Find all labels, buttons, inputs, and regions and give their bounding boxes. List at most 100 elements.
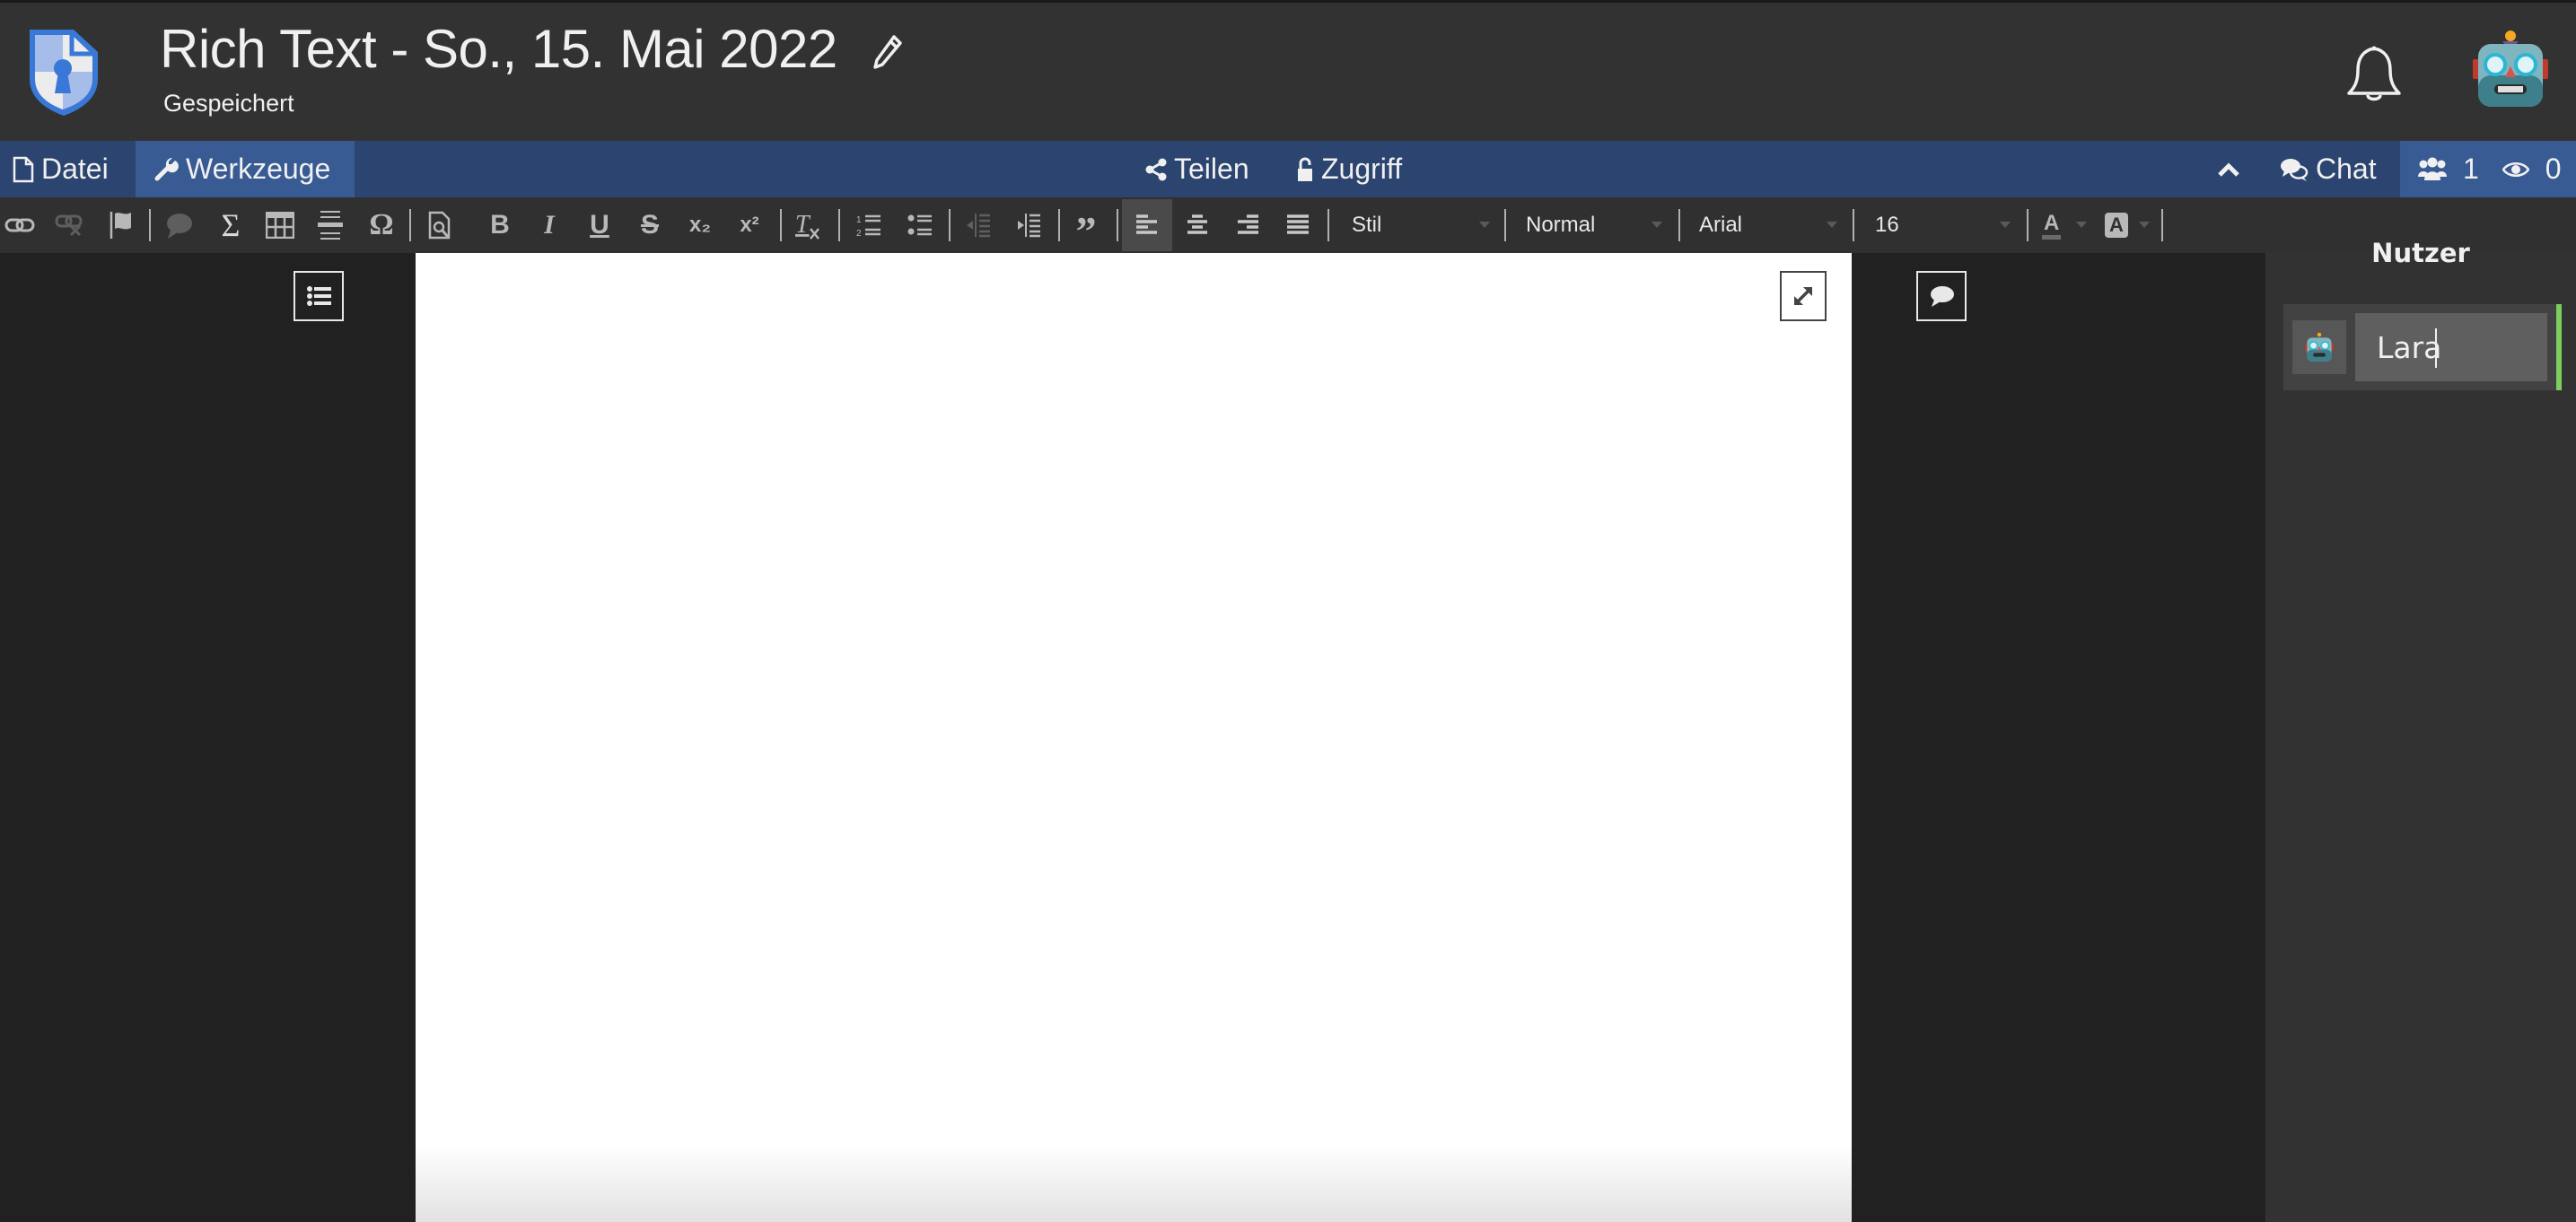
italic-button[interactable]: I	[531, 208, 567, 242]
remove-format-icon: T	[795, 211, 819, 240]
underline-button[interactable]: U	[582, 208, 618, 242]
svg-text:2: 2	[856, 229, 862, 238]
align-center-button[interactable]	[1179, 208, 1215, 242]
share-button[interactable]: Teilen	[1145, 141, 1249, 197]
underline-icon: U	[590, 210, 609, 240]
unlock-icon	[1298, 157, 1312, 181]
unlink-button[interactable]	[52, 208, 88, 242]
horizontal-rule-icon	[318, 211, 343, 240]
blockquote-button[interactable]: ”	[1068, 208, 1104, 252]
bell-icon[interactable]	[2346, 45, 2402, 104]
strikethrough-button[interactable]: S	[632, 208, 668, 242]
access-button[interactable]: Zugriff	[1296, 141, 1402, 197]
font-size-select[interactable]: 16	[1875, 208, 2011, 242]
fullscreen-button[interactable]	[1780, 271, 1827, 321]
share-icon	[1145, 158, 1167, 180]
username-input[interactable]	[2355, 313, 2547, 381]
toolbar-separator	[149, 209, 151, 241]
align-left-button[interactable]	[1122, 199, 1172, 251]
expand-icon	[1794, 287, 1812, 305]
sigma-icon: Σ	[221, 207, 241, 243]
omega-icon: Ω	[369, 208, 394, 241]
align-left-icon	[1136, 214, 1157, 234]
justify-button[interactable]	[1280, 208, 1316, 242]
robot-avatar-icon	[2305, 332, 2334, 362]
user-avatar[interactable]	[2470, 29, 2551, 109]
users-count-toggle[interactable]: 1 0	[2400, 141, 2576, 197]
unordered-list-icon	[907, 214, 932, 236]
svg-text:1: 1	[856, 215, 862, 225]
align-right-icon	[1238, 214, 1258, 234]
link-button[interactable]	[2, 208, 38, 242]
toolbar-separator	[1504, 209, 1506, 241]
comment-icon	[1931, 286, 1954, 307]
tab-werkzeuge[interactable]: Werkzeuge	[136, 141, 355, 197]
text-cursor	[2435, 328, 2437, 368]
outdent-icon	[967, 214, 990, 238]
toolbar-separator	[1678, 209, 1680, 241]
text-color-button[interactable]: A	[2042, 208, 2087, 242]
app-logo-icon[interactable]	[27, 27, 101, 117]
toolbar-separator	[409, 209, 411, 241]
subscript-button[interactable]: x₂	[682, 208, 718, 242]
share-label: Teilen	[1174, 153, 1249, 185]
table-of-contents-button[interactable]	[294, 271, 344, 321]
tab-label: Werkzeuge	[186, 153, 331, 185]
chat-button[interactable]: Chat	[2280, 141, 2377, 197]
file-icon	[13, 156, 34, 182]
remove-format-button[interactable]: T	[790, 208, 826, 242]
users-panel	[2265, 253, 2576, 1222]
indent-icon	[1018, 214, 1040, 238]
tab-datei[interactable]: Datei	[0, 141, 136, 197]
chevron-down-icon	[2076, 222, 2087, 228]
toolbar-separator	[2027, 209, 2028, 241]
italic-icon: I	[544, 210, 555, 240]
document-title[interactable]: Rich Text - So., 15. Mai 2022	[160, 18, 837, 80]
comment-icon	[167, 214, 192, 239]
bold-button[interactable]: B	[482, 208, 518, 242]
superscript-button[interactable]: x²	[732, 208, 767, 242]
special-character-button[interactable]: Ω	[364, 208, 399, 242]
eye-icon	[2502, 161, 2529, 177]
align-justify-icon	[1287, 214, 1309, 234]
outdent-button[interactable]	[960, 208, 996, 242]
font-size-select-value: 16	[1875, 213, 1899, 237]
background-color-button[interactable]: A	[2105, 208, 2150, 242]
chevron-down-icon	[1827, 222, 1837, 228]
preview-button[interactable]	[422, 208, 458, 242]
comments-toggle-button[interactable]	[1916, 271, 1967, 321]
comments-gutter	[1852, 253, 2265, 1222]
collapse-toolbar-button[interactable]	[2210, 141, 2255, 197]
flag-icon	[110, 212, 131, 239]
numbered-list-button[interactable]: 12	[851, 208, 887, 242]
chevron-down-icon	[1652, 222, 1662, 228]
user-avatar[interactable]	[2292, 320, 2346, 374]
pencil-icon[interactable]	[872, 34, 903, 70]
toolbar-separator	[1853, 209, 1854, 241]
style-select[interactable]: Stil	[1352, 208, 1490, 242]
font-select[interactable]: Arial	[1699, 208, 1837, 242]
table-button[interactable]	[262, 208, 298, 242]
align-center-icon	[1187, 214, 1207, 234]
align-right-button[interactable]	[1230, 208, 1266, 242]
horizontal-rule-button[interactable]	[312, 208, 348, 242]
quote-icon: ”	[1075, 208, 1097, 254]
indent-button[interactable]	[1011, 208, 1047, 242]
anchor-button[interactable]	[103, 208, 139, 242]
math-button[interactable]: Σ	[213, 207, 249, 243]
document-editor[interactable]	[416, 253, 1852, 1222]
chevron-down-icon	[2000, 222, 2011, 228]
toolbar-separator	[1327, 209, 1329, 241]
superscript-icon: x²	[740, 213, 759, 237]
toolbar-separator	[838, 209, 840, 241]
users-count: 1	[2463, 153, 2479, 185]
ordered-list-icon: 12	[856, 214, 881, 238]
format-select[interactable]: Normal	[1526, 208, 1662, 242]
save-status: Gespeichert	[163, 90, 294, 117]
bulleted-list-button[interactable]	[902, 208, 938, 242]
strikethrough-icon: S	[640, 210, 659, 240]
users-heading: Nutzer	[2371, 238, 2470, 268]
comment-button[interactable]	[162, 208, 197, 242]
user-status-indicator	[2556, 304, 2562, 390]
bold-icon: B	[490, 210, 510, 240]
